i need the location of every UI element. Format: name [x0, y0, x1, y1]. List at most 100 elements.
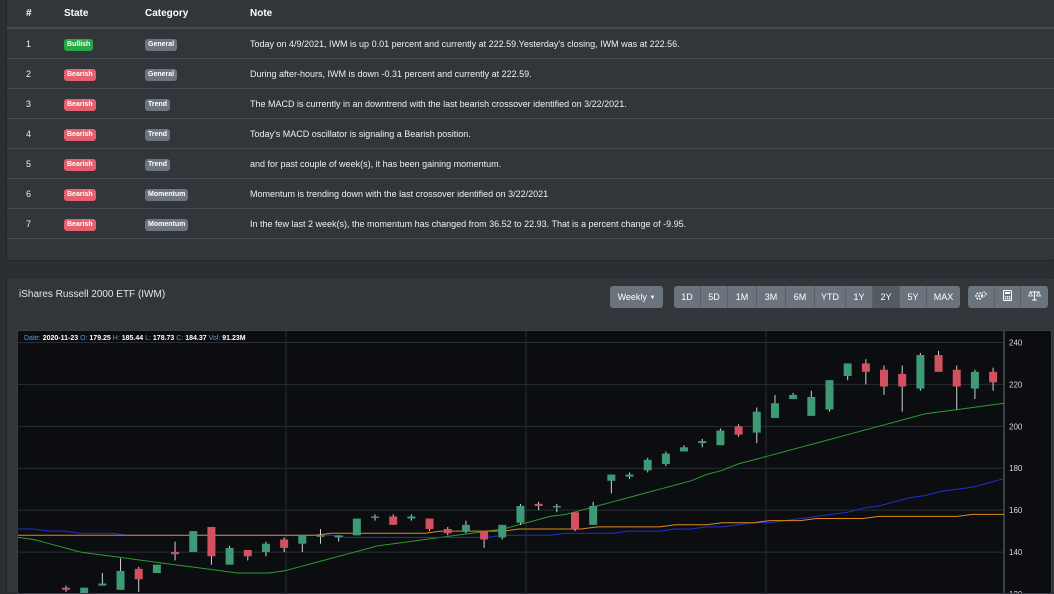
low-value: 178.73: [152, 335, 175, 342]
candle-down: [934, 355, 943, 372]
header-note: Note: [250, 8, 273, 19]
note-text: and for past couple of week(s), it has b…: [250, 159, 502, 169]
candle-up: [261, 543, 270, 553]
header-state: State: [64, 8, 89, 19]
candle-down: [898, 373, 907, 387]
note-text: Today on 4/9/2021, IWM is up 0.01 percen…: [250, 39, 680, 49]
category-badge: Momentum: [145, 189, 189, 201]
range-button-3m[interactable]: 3M: [757, 286, 786, 308]
high-value: 185.44: [121, 335, 144, 342]
candle-down: [243, 549, 252, 557]
vol-label: Vol:: [208, 335, 221, 342]
interval-label: Weekly: [617, 292, 647, 302]
y-tick-label: 180: [1009, 464, 1023, 473]
open-label: O:: [80, 335, 88, 342]
note-text: Today's MACD oscillator is signaling a B…: [250, 129, 471, 139]
row-number: 7: [26, 219, 32, 229]
header-category: Category: [145, 8, 189, 19]
caret-down-icon: ▼: [649, 295, 656, 301]
candle-up: [916, 355, 925, 389]
table-header: # State Category Note: [7, 0, 1054, 29]
range-button-1d[interactable]: 1D: [674, 286, 701, 308]
category-badge: Trend: [145, 129, 171, 141]
candle-up: [770, 403, 779, 418]
range-button-6m[interactable]: 6M: [786, 286, 815, 308]
state-badge: Bearish: [64, 69, 96, 81]
y-tick-label: 240: [1009, 338, 1023, 347]
y-tick-label: 220: [1009, 380, 1023, 389]
candle-up: [625, 474, 634, 477]
y-tick-label: 160: [1009, 506, 1023, 515]
candle-up: [407, 516, 416, 519]
candle-up: [316, 535, 325, 537]
note-text: Momentum is trending down with the last …: [250, 189, 549, 199]
candle-down: [280, 539, 289, 548]
range-button-5d[interactable]: 5D: [701, 286, 728, 308]
category-badge: Trend: [145, 99, 171, 111]
interval-dropdown[interactable]: Weekly ▼: [610, 286, 663, 308]
row-number: 2: [26, 69, 32, 79]
range-button-ytd[interactable]: YTD: [815, 286, 846, 308]
candle-down: [534, 503, 543, 506]
ma-blue-line: [18, 478, 1005, 538]
note-text: During after-hours, IWM is down -0.31 pe…: [250, 69, 532, 79]
category-badge: Momentum: [145, 219, 189, 231]
settings-button[interactable]: [968, 286, 995, 308]
candle-down: [480, 531, 489, 540]
date-value: 2020-11-23: [42, 335, 79, 342]
range-button-max[interactable]: MAX: [927, 286, 960, 308]
note-text: In the few last 2 week(s), the momentum …: [250, 219, 687, 229]
calculator-icon: [1003, 290, 1012, 301]
candle-up: [352, 518, 361, 536]
row-number: 4: [26, 129, 32, 139]
candle-down: [389, 516, 398, 525]
low-label: L:: [145, 335, 151, 342]
row-number: 1: [26, 39, 32, 49]
candle-down: [880, 369, 889, 387]
state-badge: Bullish: [64, 39, 94, 51]
table-row: 4 Bearish Trend Today's MACD oscillator is …: [7, 119, 1054, 149]
settings-icon: [975, 291, 987, 300]
row-number: 3: [26, 99, 32, 109]
ohlc-readout: Date: 2020-11-23 O: 179.25 H: 185.44 L: …: [24, 335, 246, 342]
high-label: H:: [112, 335, 120, 342]
candle-up: [152, 564, 161, 574]
state-badge: Bearish: [64, 189, 96, 201]
candle-down: [952, 369, 961, 387]
candle-up: [970, 371, 979, 389]
header-num: #: [26, 8, 32, 19]
state-badge: Bearish: [64, 99, 96, 111]
state-badge: Bearish: [64, 129, 96, 141]
candle-up: [80, 587, 89, 593]
candle-up: [116, 570, 125, 590]
range-button-1y[interactable]: 1Y: [846, 286, 873, 308]
y-tick-label: 140: [1009, 548, 1023, 557]
row-number: 6: [26, 189, 32, 199]
note-text: The MACD is currently in an downtrend wi…: [250, 99, 627, 109]
price-chart[interactable]: 240 220 200 180 160 140 120 Date: 2020-11-23 O…: [17, 330, 1052, 594]
range-button-1m[interactable]: 1M: [728, 286, 757, 308]
candle-up: [552, 505, 561, 508]
compare-scale-icon: [1027, 291, 1042, 301]
date-label: Date:: [24, 335, 41, 342]
candle-up: [498, 524, 507, 538]
category-badge: General: [145, 39, 178, 51]
candle-up: [716, 430, 725, 446]
candle-up: [807, 396, 816, 416]
range-button-2y[interactable]: 2Y: [873, 286, 900, 308]
candle-up: [789, 394, 798, 400]
chart-title: iShares Russell 2000 ETF (IWM): [19, 289, 166, 300]
candle-up: [752, 411, 761, 433]
range-button-5y[interactable]: 5Y: [900, 286, 927, 308]
candle-up: [461, 524, 470, 532]
candle-down: [570, 512, 579, 530]
candle-down: [425, 518, 434, 530]
compare-scale-button[interactable]: [1021, 286, 1048, 308]
calculator-button[interactable]: [995, 286, 1021, 308]
state-badge: Bearish: [64, 159, 96, 171]
candlestick-chart-svg: 240 220 200 180 160 140 120: [18, 331, 1023, 593]
row-number: 5: [26, 159, 32, 169]
candle-up: [680, 447, 689, 452]
table-row: 5 Bearish Trend and for past couple of week…: [7, 149, 1054, 179]
table-row: 1 Bullish General Today on 4/9/2021, IWM is…: [7, 29, 1054, 59]
